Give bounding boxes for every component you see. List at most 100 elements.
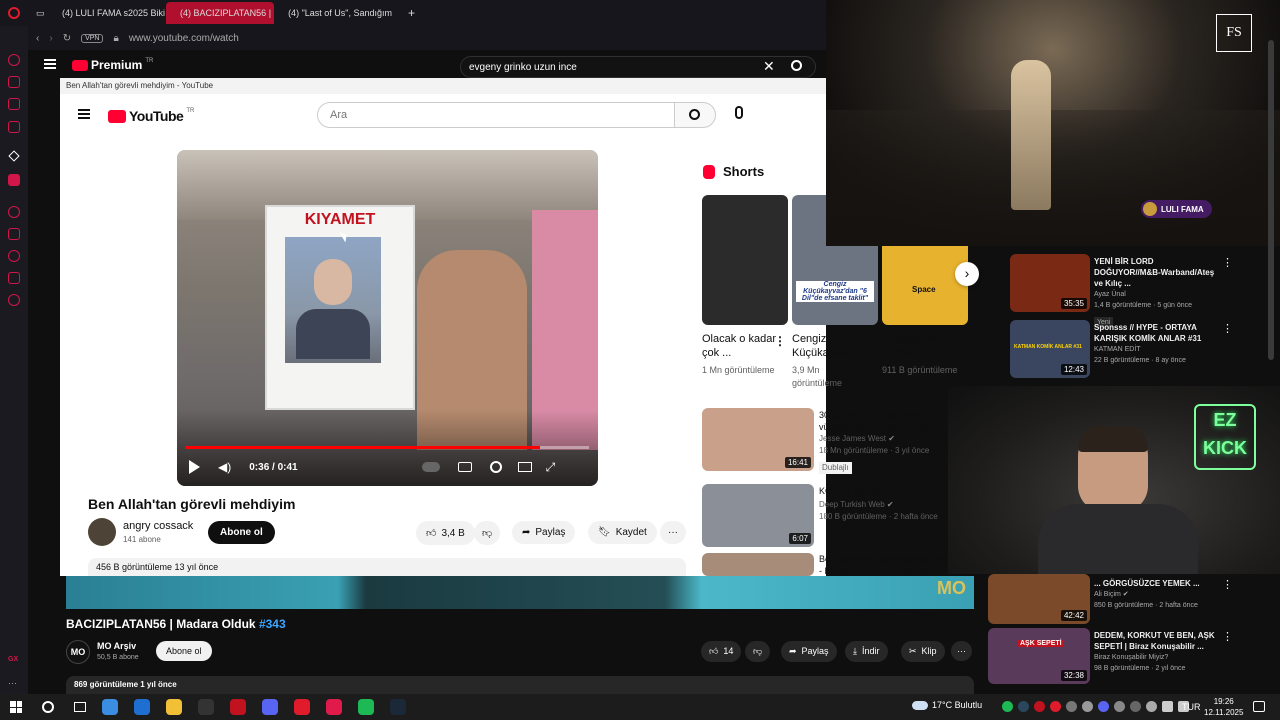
weather-widget[interactable]: 17°C Bulutlu bbox=[912, 700, 982, 710]
history-icon[interactable] bbox=[8, 54, 20, 66]
opera-gx-icon[interactable] bbox=[326, 699, 342, 715]
dislike-button[interactable]: 👎︎ bbox=[745, 641, 771, 662]
hashtag-link[interactable]: #343 bbox=[259, 617, 286, 631]
more-icon[interactable]: ⋮ bbox=[774, 334, 786, 348]
menu-icon[interactable] bbox=[44, 59, 56, 69]
menu-icon[interactable] bbox=[78, 109, 90, 119]
like-button[interactable]: 👍︎ 14 bbox=[701, 641, 742, 662]
channel-name[interactable]: MO Arşiv bbox=[97, 641, 136, 651]
related-thumbnail[interactable]: 6:07 bbox=[702, 484, 814, 547]
cube-icon[interactable] bbox=[8, 272, 20, 284]
more-actions-button[interactable]: ··· bbox=[951, 641, 972, 661]
ai-icon[interactable] bbox=[8, 150, 20, 162]
shorts-next-button[interactable]: › bbox=[955, 262, 979, 286]
windows-start-icon[interactable] bbox=[10, 701, 22, 713]
channel-avatar[interactable] bbox=[88, 518, 116, 546]
search-input[interactable] bbox=[317, 102, 675, 128]
bag-icon[interactable] bbox=[8, 76, 20, 88]
subscribe-button[interactable]: Abone ol bbox=[208, 521, 275, 544]
progress-bar[interactable] bbox=[185, 446, 589, 449]
opera-logo-icon[interactable] bbox=[0, 7, 28, 19]
search-button[interactable] bbox=[674, 102, 716, 128]
youtube-premium-logo[interactable]: Premium TR bbox=[72, 58, 153, 72]
fullscreen-icon[interactable]: ⤢ bbox=[546, 460, 556, 475]
more-icon[interactable]: ⋮ bbox=[1222, 630, 1233, 643]
youtube-logo[interactable]: YouTube TR bbox=[108, 108, 194, 124]
channel-avatar[interactable]: MO bbox=[66, 640, 90, 664]
tray-icon[interactable] bbox=[1082, 701, 1093, 712]
browser-tab[interactable]: (4) LULI FAMA s2025 Biki bbox=[48, 2, 166, 24]
related-thumbnail[interactable]: 16:41 bbox=[702, 408, 814, 471]
copilot-icon[interactable] bbox=[102, 699, 118, 715]
tray-icon[interactable] bbox=[1050, 701, 1061, 712]
short-thumbnail[interactable] bbox=[702, 195, 788, 325]
related-thumbnail[interactable]: 35:35 bbox=[1010, 254, 1090, 312]
search-icon[interactable] bbox=[791, 60, 802, 71]
more-icon[interactable]: ··· bbox=[8, 678, 20, 690]
more-icon[interactable]: ⋮ bbox=[1222, 578, 1233, 591]
description-box[interactable]: 456 B görüntüleme 13 yıl önce bbox=[88, 558, 686, 576]
scrollbar[interactable] bbox=[1268, 40, 1274, 360]
more-icon[interactable]: ⋮ bbox=[1222, 322, 1233, 335]
back-icon[interactable]: ‹ bbox=[36, 33, 39, 44]
share-button[interactable]: ➦ Paylaş bbox=[512, 521, 576, 544]
twitch-icon[interactable] bbox=[8, 174, 20, 186]
more-icon[interactable]: ⋮ bbox=[864, 334, 876, 348]
clock[interactable]: 19:26 12.11.2025 bbox=[1204, 696, 1243, 718]
clip-button[interactable]: ✂ Klip bbox=[901, 641, 945, 662]
related-thumbnail[interactable] bbox=[702, 553, 814, 576]
save-button[interactable]: 🔖︎ Kaydet bbox=[588, 521, 657, 544]
tray-icon[interactable] bbox=[1146, 701, 1157, 712]
search-icon[interactable] bbox=[42, 701, 54, 713]
browser-tab[interactable]: (4) "Last of Us", Sandığım bbox=[274, 2, 400, 24]
like-button[interactable]: 👍︎ 3,4 B bbox=[416, 521, 475, 545]
miniplayer-icon[interactable] bbox=[517, 462, 532, 472]
clock-icon[interactable] bbox=[8, 250, 20, 262]
new-tab-button[interactable]: + bbox=[400, 2, 423, 24]
language-indicator[interactable]: TUR bbox=[1182, 702, 1201, 712]
tray-icon[interactable] bbox=[1034, 701, 1045, 712]
more-icon[interactable]: ⋮ bbox=[954, 334, 966, 348]
settings-icon[interactable] bbox=[489, 461, 502, 473]
clear-search-icon[interactable]: ✕ bbox=[763, 58, 775, 75]
tray-icon[interactable] bbox=[1130, 701, 1141, 712]
discord-icon[interactable] bbox=[262, 699, 278, 715]
settings-icon[interactable] bbox=[8, 294, 20, 306]
play-icon[interactable] bbox=[189, 460, 200, 474]
microphone-icon[interactable] bbox=[735, 106, 743, 119]
autoplay-toggle[interactable] bbox=[421, 462, 440, 472]
outlook-icon[interactable] bbox=[134, 699, 150, 715]
tab-manager-icon[interactable]: ▭ bbox=[28, 2, 48, 24]
spotify-icon[interactable] bbox=[358, 699, 374, 715]
discord-tray-icon[interactable] bbox=[1098, 701, 1109, 712]
channel-name[interactable]: angry cossack bbox=[123, 520, 193, 532]
spotify-tray-icon[interactable] bbox=[1002, 701, 1013, 712]
player-icon[interactable] bbox=[8, 206, 20, 218]
steam-tray-icon[interactable] bbox=[1018, 701, 1029, 712]
forward-icon[interactable]: › bbox=[49, 33, 52, 44]
instagram-icon[interactable] bbox=[8, 121, 20, 133]
tray-icon[interactable] bbox=[1114, 701, 1125, 712]
subscribe-button[interactable]: Abone ol bbox=[156, 641, 212, 661]
share-button[interactable]: ➦ Paylaş bbox=[781, 641, 837, 662]
network-icon[interactable] bbox=[1162, 701, 1173, 712]
dislike-button[interactable]: 👎︎ bbox=[474, 521, 501, 545]
notification-icon[interactable] bbox=[1253, 701, 1265, 712]
volume-icon[interactable]: ◀︎) bbox=[218, 460, 231, 474]
related-thumbnail[interactable]: 42:42 bbox=[988, 574, 1090, 624]
url-field[interactable]: www.youtube.com/watch bbox=[129, 33, 239, 44]
gx-icon[interactable]: GX bbox=[8, 656, 20, 668]
opera-icon[interactable] bbox=[294, 699, 310, 715]
browser-tab-active[interactable]: (4) BACIZIPLATAN56 | M bbox=[166, 2, 274, 24]
messenger-icon[interactable] bbox=[8, 98, 20, 110]
vpn-badge[interactable]: VPN bbox=[81, 33, 104, 43]
explorer-icon[interactable] bbox=[166, 699, 182, 715]
task-view-icon[interactable] bbox=[74, 702, 86, 712]
tray-icon[interactable] bbox=[1066, 701, 1077, 712]
steam-icon[interactable] bbox=[390, 699, 406, 715]
more-icon[interactable]: ⋮ bbox=[1222, 256, 1233, 269]
more-actions-button[interactable]: ··· bbox=[660, 521, 686, 544]
reload-icon[interactable]: ↻ bbox=[63, 33, 71, 44]
bookmark-icon[interactable] bbox=[8, 228, 20, 240]
related-thumbnail[interactable]: AŞK SEPETİ 32:38 bbox=[988, 628, 1090, 684]
